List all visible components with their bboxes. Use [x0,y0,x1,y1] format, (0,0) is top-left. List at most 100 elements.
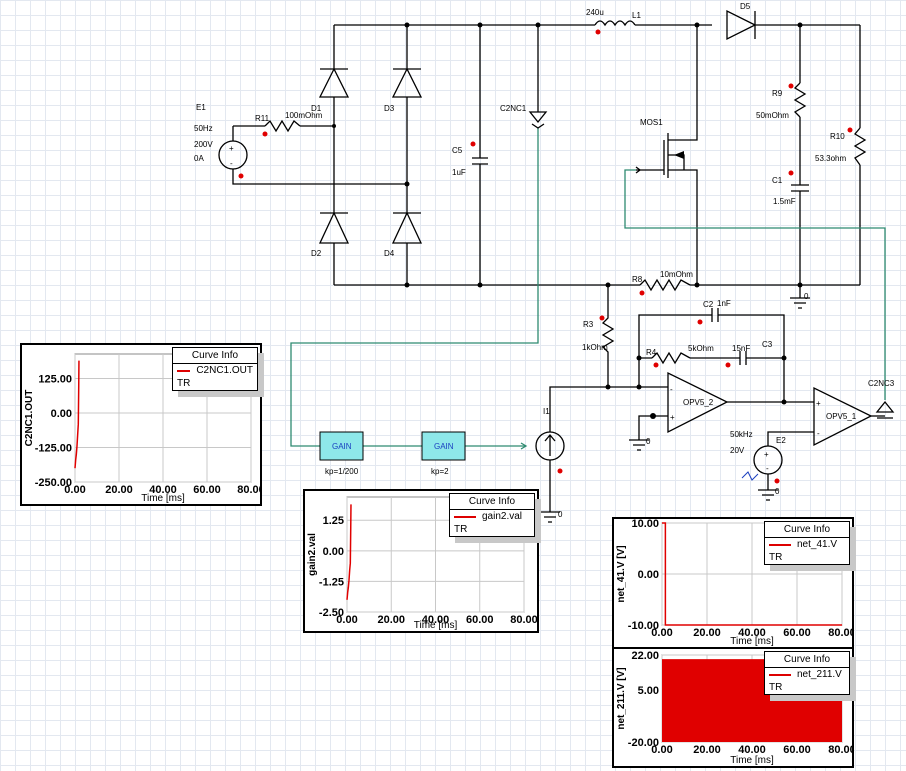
y-tick-label: 22.00 [631,650,659,662]
d3-label: D3 [384,104,395,113]
opv5-1-label: OPV5_1 [826,412,857,421]
c1-label: C1 [772,176,783,185]
c2nc3-label: C2NC3 [868,379,895,388]
d1-label: D1 [311,104,322,113]
diode-d3[interactable]: D3 [384,67,423,113]
e2-amp: 20V [730,446,745,455]
y-tick-label: -125.00 [35,443,72,455]
svg-text:GAIN: GAIN [332,442,352,451]
gain1-param: kp=1/200 [325,467,359,476]
resistor-r3[interactable]: R3 1kOhm [582,300,615,358]
legend-entry: gain2.val [450,510,534,523]
legend-entry: C2NC1.OUT [173,364,257,377]
mosfet-mos1[interactable]: MOS1 [635,118,684,178]
capacitor-c5[interactable]: C5 1uF [452,146,488,177]
x-tick-label: 20.00 [105,484,133,496]
legend-title: Curve Info [173,348,257,364]
c5-value: 1uF [452,168,466,177]
resistor-r11[interactable]: R11 100mOhm [255,111,323,133]
plot-net-211-v[interactable]: 0.0020.0040.0060.0080.0022.005.00-20.00T… [612,647,854,768]
gain-block-2[interactable]: GAIN kp=2 [421,431,466,476]
curve-info-legend[interactable]: Curve Info net_211.V TR [764,651,850,695]
r10-label: R10 [830,132,845,141]
y-tick-label: -1.25 [319,576,344,588]
legend-entry: net_41.V [765,538,849,551]
curve-info-legend[interactable]: Curve Info C2NC1.OUT TR [172,347,258,391]
i1-label: I1 [543,407,550,416]
svg-text:0: 0 [646,437,651,446]
resistor-r10[interactable]: R10 53.3ohm [815,127,867,166]
capacitor-c2[interactable]: C2 1nF [703,299,731,322]
e1-phase: 0A [194,154,204,163]
converter-c2nc1[interactable]: C2NC1 [500,104,548,129]
r3-value: 1kOhm [582,343,608,352]
converter-c2nc3[interactable]: C2NC3 [868,379,895,419]
x-tick-label: 80.00 [510,614,537,626]
e1-freq: 50Hz [194,124,213,133]
svg-text:-: - [670,385,673,394]
legend-title: Curve Info [450,494,534,510]
plot-gain2-val[interactable]: 0.00 20.00 40.00 60.00 80.00 1.25 0.00 -1.25 -2.… [303,489,539,633]
y-tick-label: 0.00 [323,546,344,558]
svg-text:GAIN: GAIN [434,442,454,451]
r3-label: R3 [583,320,594,329]
y-axis-label: net_41.V [V] [616,545,627,602]
resistor-r4[interactable]: R4 5kOhm [646,344,714,365]
diode-d2[interactable]: D2 [311,211,350,258]
y-tick-label: 1.25 [323,515,344,527]
signal-wires [290,128,886,447]
svg-text:-: - [817,429,820,438]
legend-sub: TR [177,378,191,389]
e1-label: E1 [196,103,206,112]
diode-d5[interactable]: D5 [726,2,757,41]
r11-label: R11 [255,114,270,123]
diode-d4[interactable]: D4 [384,211,423,258]
y-tick-label: 10.00 [631,519,659,530]
inductor-l1[interactable]: 240u L1 [586,8,641,27]
x-axis-label: Time [ms] [141,493,185,504]
legend-sub: TR [454,524,468,535]
l1-label: L1 [632,11,641,20]
y-tick-label: -2.50 [319,607,344,619]
ground-symbols: 0 0 0 0 [540,292,810,523]
plot-c2nc1-out[interactable]: 0.0020.0040.0060.0080.00125.000.00-125.0… [20,343,262,506]
c5-label: C5 [452,146,463,155]
r9-label: R9 [772,89,783,98]
capacitor-c1[interactable]: C1 1.5mF [772,176,809,206]
c3-value: 15nF [732,344,750,353]
junctions [332,22,803,419]
opamp-opv5-2[interactable]: - + OPV5_2 [667,371,729,434]
c3-label: C3 [762,340,773,349]
resistor-r9[interactable]: R9 50mOhm [756,82,807,120]
plot-net-41-v[interactable]: 0.0020.0040.0060.0080.0010.000.00-10.00T… [612,517,854,649]
e1-amp: 200V [194,140,213,149]
x-axis-label: Time [ms] [730,755,774,766]
y-tick-label: 0.00 [51,408,72,420]
y-axis-label: gain2.val [307,533,318,576]
x-tick-label: 60.00 [193,484,221,496]
legend-sub: TR [769,552,783,563]
voltage-source-e2[interactable]: + - E2 50kHz 20V [730,430,786,481]
e2-freq: 50kHz [730,430,753,439]
voltage-source-e1[interactable]: + - E1 50Hz 200V 0A [194,103,248,170]
capacitor-c3[interactable]: 15nF C3 [732,340,773,365]
x-axis-label: Time [ms] [414,620,458,631]
legend-sub: TR [769,682,783,693]
gain-block-1[interactable]: GAIN kp=1/200 [319,431,364,476]
y-tick-label: 0.00 [638,569,659,581]
r8-label: R8 [632,275,643,284]
svg-text:0: 0 [775,487,780,496]
legend-title: Curve Info [765,652,849,668]
current-source-i1[interactable]: I1 [520,407,565,461]
svg-text:0: 0 [804,292,809,301]
curve-info-legend[interactable]: Curve Info net_41.V TR [764,521,850,565]
resistor-r8[interactable]: R8 10mOhm [632,270,693,292]
svg-text:+: + [670,413,675,422]
svg-text:+: + [764,450,769,459]
diode-d1[interactable]: D1 [311,67,350,113]
r9-value: 50mOhm [756,111,789,120]
d4-label: D4 [384,249,395,258]
opamp-opv5-1[interactable]: + - OPV5_1 [813,386,873,447]
x-tick-label: 60.00 [783,744,811,756]
curve-info-legend[interactable]: Curve Info gain2.val TR [449,493,535,537]
